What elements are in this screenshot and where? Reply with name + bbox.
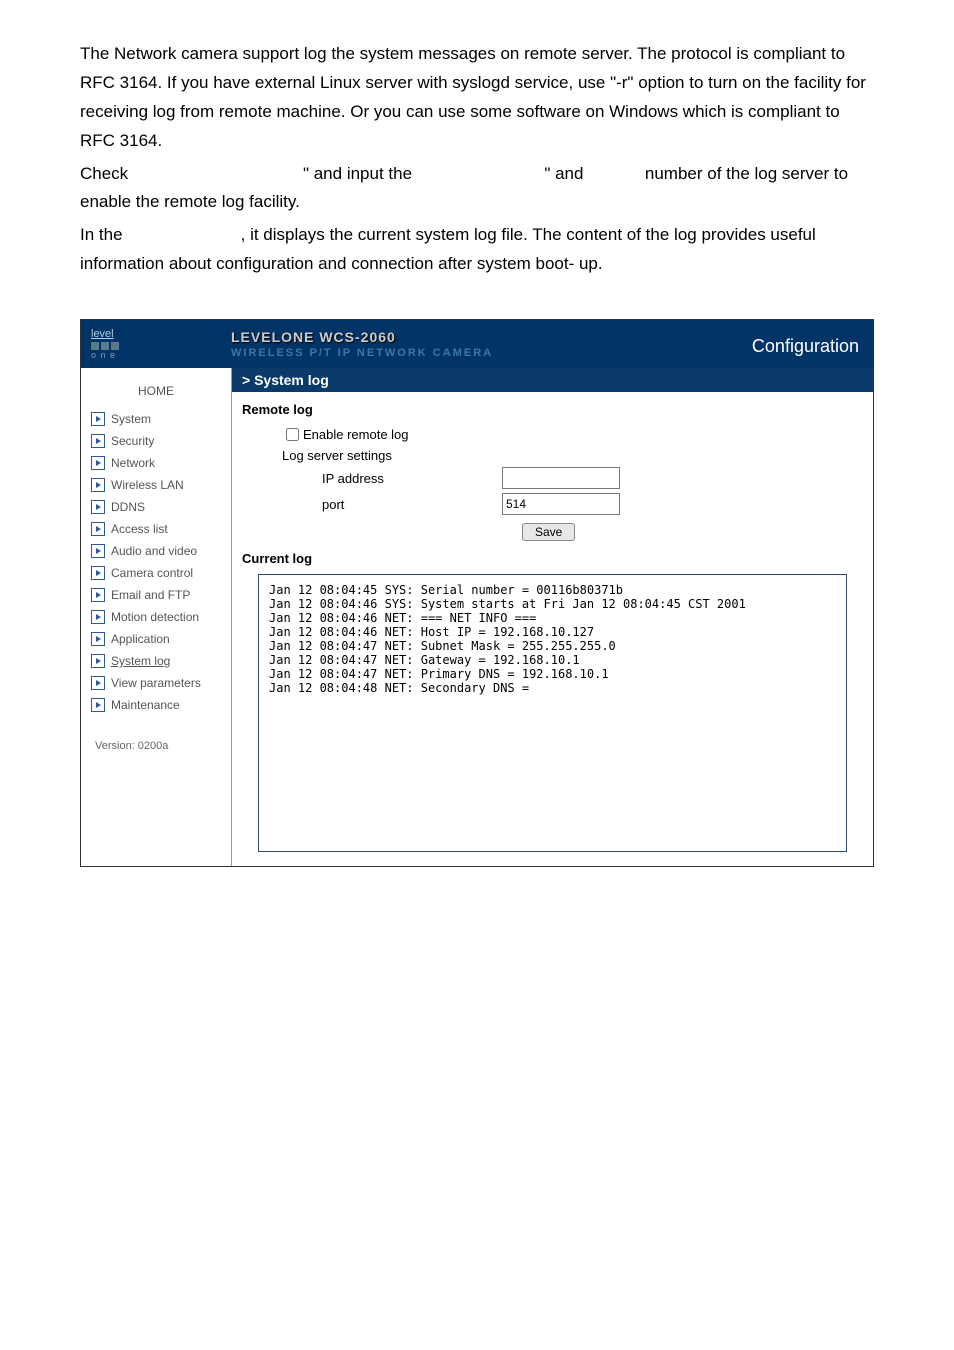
description-text: The Network camera support log the syste… xyxy=(80,40,874,279)
sidebar-item-label: Maintenance xyxy=(111,698,180,712)
top-bar: level o n e LEVELONE WCS-2060 WIRELESS P… xyxy=(81,320,873,368)
sidebar-item-security[interactable]: Security xyxy=(81,430,231,452)
sidebar-item-maintenance[interactable]: Maintenance xyxy=(81,694,231,716)
sidebar-item-label: System xyxy=(111,412,151,426)
breadcrumb: > System log xyxy=(232,368,873,392)
ip-address-label: IP address xyxy=(282,471,502,486)
sidebar-item-view-parameters[interactable]: View parameters xyxy=(81,672,231,694)
arrow-right-icon xyxy=(91,676,105,690)
arrow-right-icon xyxy=(91,544,105,558)
sidebar-item-system[interactable]: System xyxy=(81,408,231,430)
arrow-right-icon xyxy=(91,478,105,492)
arrow-right-icon xyxy=(91,412,105,426)
enable-remote-log-checkbox[interactable] xyxy=(286,428,299,441)
sidebar-item-email-and-ftp[interactable]: Email and FTP xyxy=(81,584,231,606)
logo: level o n e xyxy=(91,328,221,360)
sidebar: HOME System Security Network Wireless LAN DD… xyxy=(81,368,232,866)
arrow-right-icon xyxy=(91,632,105,646)
sidebar-item-camera-control[interactable]: Camera control xyxy=(81,562,231,584)
save-button[interactable]: Save xyxy=(522,523,575,541)
port-label: port xyxy=(282,497,502,512)
version-label: Version: 0200a xyxy=(81,740,231,752)
arrow-right-icon xyxy=(91,610,105,624)
sidebar-item-label: View parameters xyxy=(111,676,201,690)
sidebar-item-label: Camera control xyxy=(111,566,193,580)
sidebar-item-application[interactable]: Application xyxy=(81,628,231,650)
sidebar-item-label: System log xyxy=(111,654,170,668)
sidebar-item-label: Application xyxy=(111,632,170,646)
sidebar-item-network[interactable]: Network xyxy=(81,452,231,474)
log-server-settings-label: Log server settings xyxy=(282,448,392,463)
configuration-link[interactable]: Configuration xyxy=(752,336,859,357)
app-screenshot: level o n e LEVELONE WCS-2060 WIRELESS P… xyxy=(80,319,874,867)
sidebar-item-label: Security xyxy=(111,434,154,448)
sidebar-item-label: Access list xyxy=(111,522,168,536)
port-input[interactable] xyxy=(502,493,620,515)
sidebar-item-ddns[interactable]: DDNS xyxy=(81,496,231,518)
arrow-right-icon xyxy=(91,654,105,668)
arrow-right-icon xyxy=(91,434,105,448)
arrow-right-icon xyxy=(91,566,105,580)
sidebar-item-wireless-lan[interactable]: Wireless LAN xyxy=(81,474,231,496)
sidebar-item-label: DDNS xyxy=(111,500,145,514)
arrow-right-icon xyxy=(91,522,105,536)
arrow-right-icon xyxy=(91,500,105,514)
sidebar-item-label: Motion detection xyxy=(111,610,199,624)
current-log-title: Current log xyxy=(242,551,863,566)
arrow-right-icon xyxy=(91,698,105,712)
main-content: > System log Remote log Enable remote lo… xyxy=(232,368,873,866)
sidebar-item-label: Network xyxy=(111,456,155,470)
sidebar-item-system-log[interactable]: System log xyxy=(81,650,231,672)
log-output: Jan 12 08:04:45 SYS: Serial number = 001… xyxy=(258,574,847,852)
arrow-right-icon xyxy=(91,456,105,470)
home-link[interactable]: HOME xyxy=(81,384,231,398)
sidebar-item-access-list[interactable]: Access list xyxy=(81,518,231,540)
enable-remote-log-label: Enable remote log xyxy=(303,427,409,442)
arrow-right-icon xyxy=(91,588,105,602)
sidebar-item-motion-detection[interactable]: Motion detection xyxy=(81,606,231,628)
remote-log-title: Remote log xyxy=(242,402,863,417)
sidebar-item-audio-and-video[interactable]: Audio and video xyxy=(81,540,231,562)
sidebar-item-label: Wireless LAN xyxy=(111,478,184,492)
sidebar-item-label: Audio and video xyxy=(111,544,197,558)
sidebar-item-label: Email and FTP xyxy=(111,588,190,602)
ip-address-input[interactable] xyxy=(502,467,620,489)
